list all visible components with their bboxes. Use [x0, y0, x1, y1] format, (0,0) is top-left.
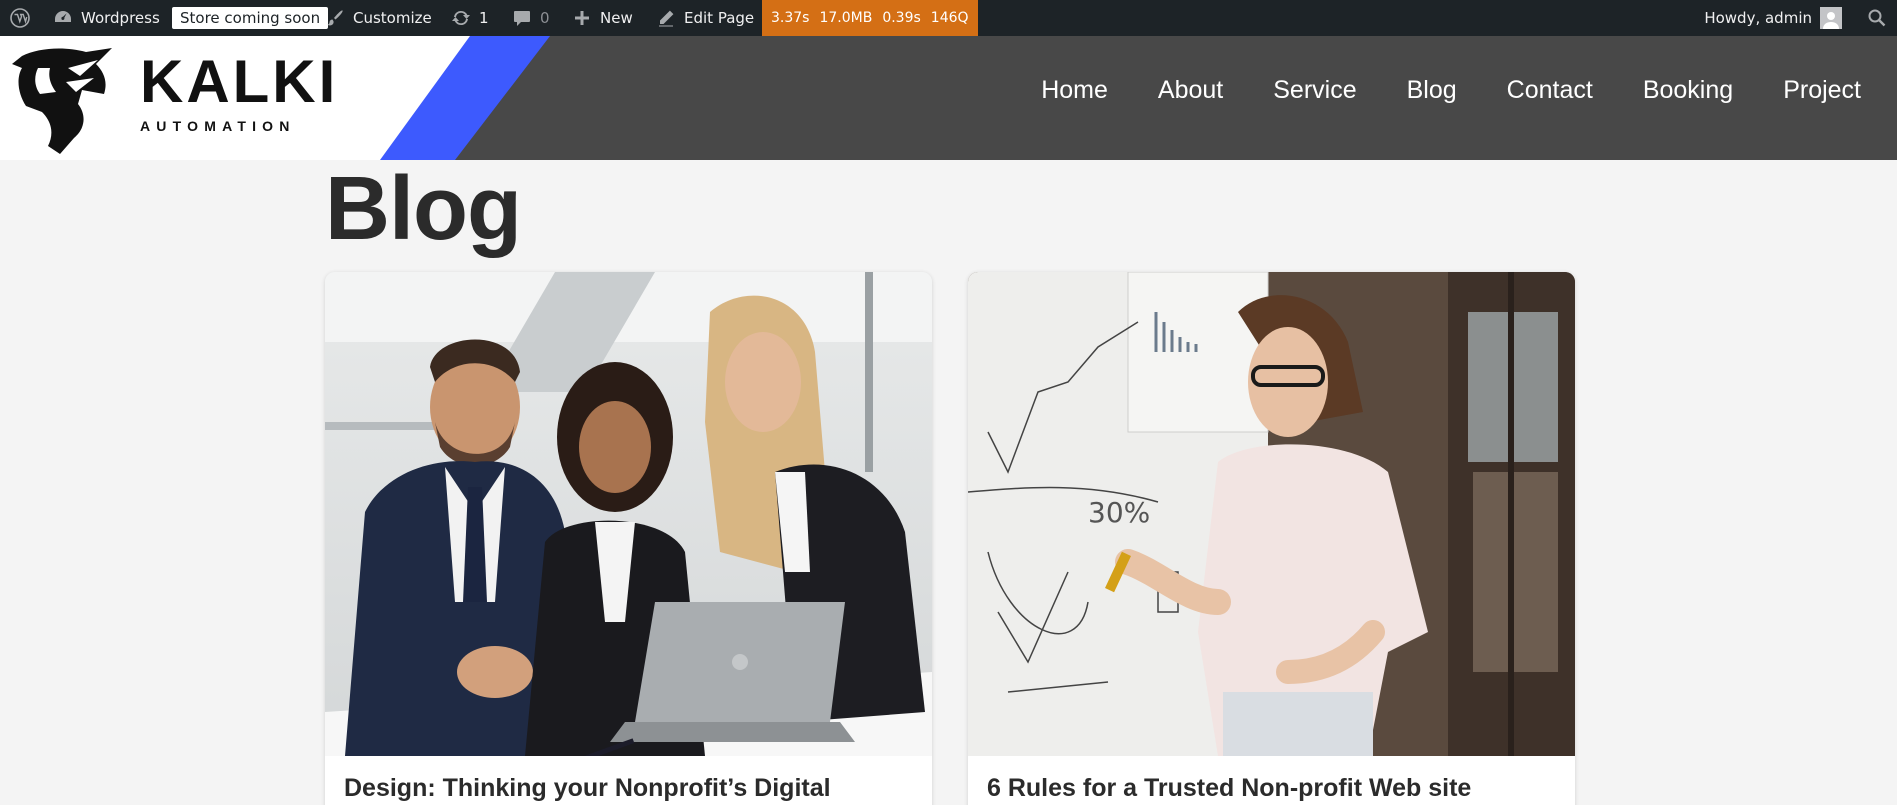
- horse-logo-icon: [12, 48, 112, 154]
- perf-time: 3.37s: [771, 10, 810, 26]
- post-title[interactable]: Design: Thinking your Nonprofit’s Digita…: [344, 774, 831, 803]
- avatar: [1820, 7, 1842, 29]
- nav-home[interactable]: Home: [1041, 76, 1108, 105]
- search-icon: [1867, 8, 1887, 28]
- perf-query-time: 0.39s: [882, 10, 921, 26]
- updates-icon: [451, 8, 471, 28]
- query-monitor-stats[interactable]: 3.37s 17.0MB 0.39s 146Q: [762, 0, 978, 36]
- perf-memory: 17.0MB: [819, 10, 873, 26]
- nav-contact[interactable]: Contact: [1507, 76, 1593, 105]
- new-content-link[interactable]: New: [572, 0, 633, 36]
- brush-icon: [325, 8, 345, 28]
- admin-search-button[interactable]: [1867, 0, 1887, 36]
- post-image-business-team[interactable]: [325, 272, 932, 756]
- admin-bar: Wordpress Store coming soon Customize 1 …: [0, 0, 1897, 36]
- edit-page-label: Edit Page: [684, 9, 755, 27]
- nav-booking[interactable]: Booking: [1643, 76, 1733, 105]
- post-title[interactable]: 6 Rules for a Trusted Non-profit Web sit…: [987, 774, 1471, 803]
- post-card[interactable]: Design: Thinking your Nonprofit’s Digita…: [325, 272, 932, 805]
- updates-link[interactable]: 1: [451, 0, 489, 36]
- comment-icon: [512, 8, 532, 28]
- nav-project[interactable]: Project: [1783, 76, 1861, 105]
- customize-link[interactable]: Customize: [325, 0, 432, 36]
- store-status-badge[interactable]: Store coming soon: [172, 0, 329, 36]
- nav-about[interactable]: About: [1158, 76, 1223, 105]
- wordpress-logo-button[interactable]: [10, 0, 30, 36]
- site-header: KALKI AUTOMATION Home About Service Blog…: [0, 36, 1897, 160]
- site-name-link[interactable]: Wordpress: [53, 0, 160, 36]
- nav-blog[interactable]: Blog: [1407, 76, 1457, 105]
- logo-title: KALKI: [140, 48, 339, 115]
- customize-label: Customize: [353, 9, 432, 27]
- howdy-label: Howdy, admin: [1704, 9, 1812, 27]
- comments-link[interactable]: 0: [512, 0, 550, 36]
- new-label: New: [600, 9, 633, 27]
- store-badge-label: Store coming soon: [172, 7, 329, 29]
- logo-subtitle: AUTOMATION: [140, 118, 296, 134]
- comments-count: 0: [540, 9, 550, 27]
- main-navigation: Home About Service Blog Contact Booking …: [1041, 76, 1861, 105]
- dashboard-icon: [53, 8, 73, 28]
- nav-service[interactable]: Service: [1273, 76, 1356, 105]
- wordpress-logo-icon: [10, 8, 30, 28]
- plus-icon: [572, 8, 592, 28]
- svg-text:30%: 30%: [1088, 496, 1150, 529]
- perf-queries: 146Q: [930, 10, 969, 26]
- updates-count: 1: [479, 9, 489, 27]
- post-image-whiteboard-presenter[interactable]: 30%: [968, 272, 1575, 756]
- pencil-icon: [656, 8, 676, 28]
- post-card[interactable]: 30% 6 Rules for a Trusted Non-profit Web…: [968, 272, 1575, 805]
- site-name: Wordpress: [81, 9, 160, 27]
- page-title: Blog: [325, 159, 522, 259]
- my-account-link[interactable]: Howdy, admin: [1704, 0, 1842, 36]
- edit-page-link[interactable]: Edit Page: [656, 0, 754, 36]
